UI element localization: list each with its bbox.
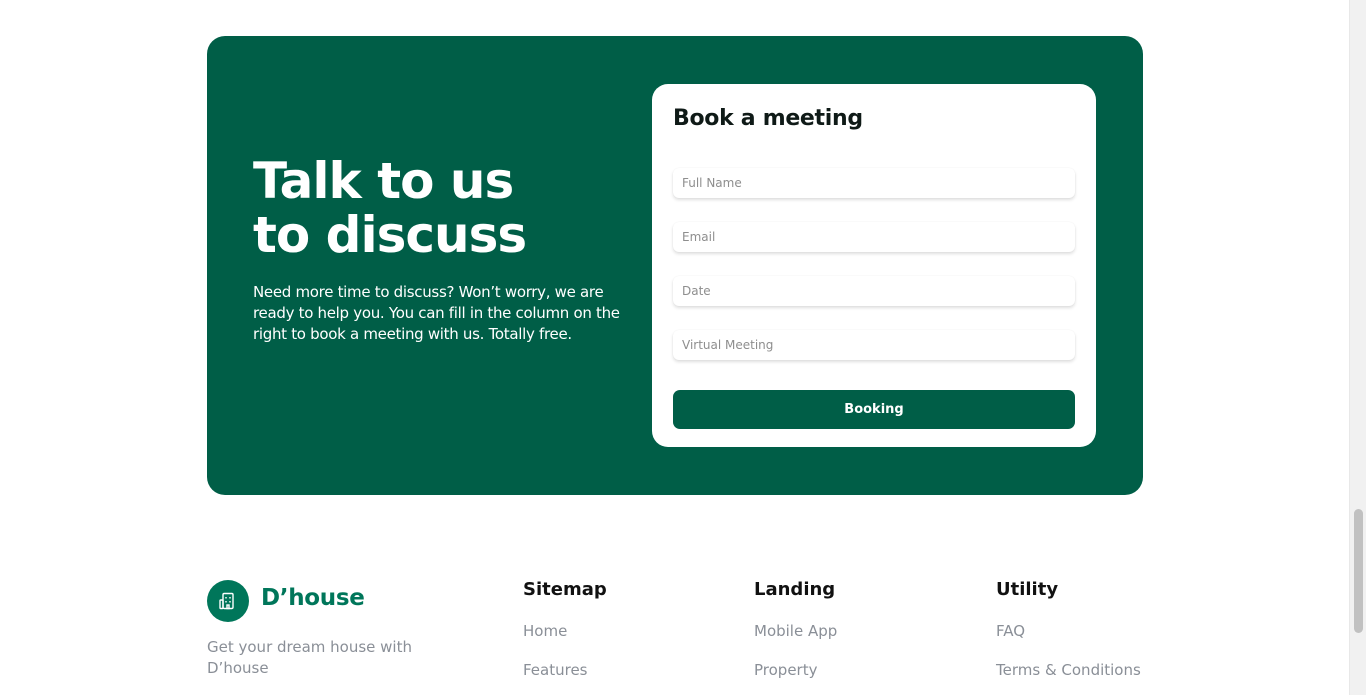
form-title: Book a meeting	[673, 106, 863, 131]
logo[interactable]	[207, 580, 249, 622]
landing-heading: Landing	[754, 579, 836, 600]
page: Talk to us to discuss Need more time to …	[0, 0, 1366, 695]
footer-link-mobile-app[interactable]: Mobile App	[754, 622, 837, 640]
building-icon	[219, 592, 234, 610]
full-name-input[interactable]	[673, 168, 1075, 198]
scrollbar-thumb[interactable]	[1354, 509, 1363, 633]
footer-link-faq[interactable]: FAQ	[996, 622, 1025, 640]
footer-tagline: Get your dream house with D’house	[207, 638, 412, 677]
footer-link-features[interactable]: Features	[523, 661, 588, 679]
footer-link-home[interactable]: Home	[523, 622, 567, 640]
booking-form: Book a meeting Booking	[652, 84, 1096, 447]
page-scrollbar[interactable]	[1349, 0, 1366, 695]
cta-title-line-2: to discuss	[253, 206, 527, 264]
cta-title-line-1: Talk to us	[253, 152, 514, 210]
footer-link-terms[interactable]: Terms & Conditions	[996, 661, 1141, 679]
email-input[interactable]	[673, 222, 1075, 252]
sitemap-heading: Sitemap	[523, 579, 607, 600]
virtual-meeting-input[interactable]	[673, 330, 1075, 360]
footer-link-property[interactable]: Property	[754, 661, 817, 679]
cta-section: Talk to us to discuss Need more time to …	[207, 36, 1143, 495]
brand-name: D’house	[261, 585, 365, 611]
cta-description: Need more time to discuss? Won’t worry, …	[253, 283, 620, 343]
date-input[interactable]	[673, 276, 1075, 306]
booking-button[interactable]: Booking	[673, 390, 1075, 429]
utility-heading: Utility	[996, 579, 1059, 600]
cta-title: Talk to us to discuss	[253, 154, 633, 262]
